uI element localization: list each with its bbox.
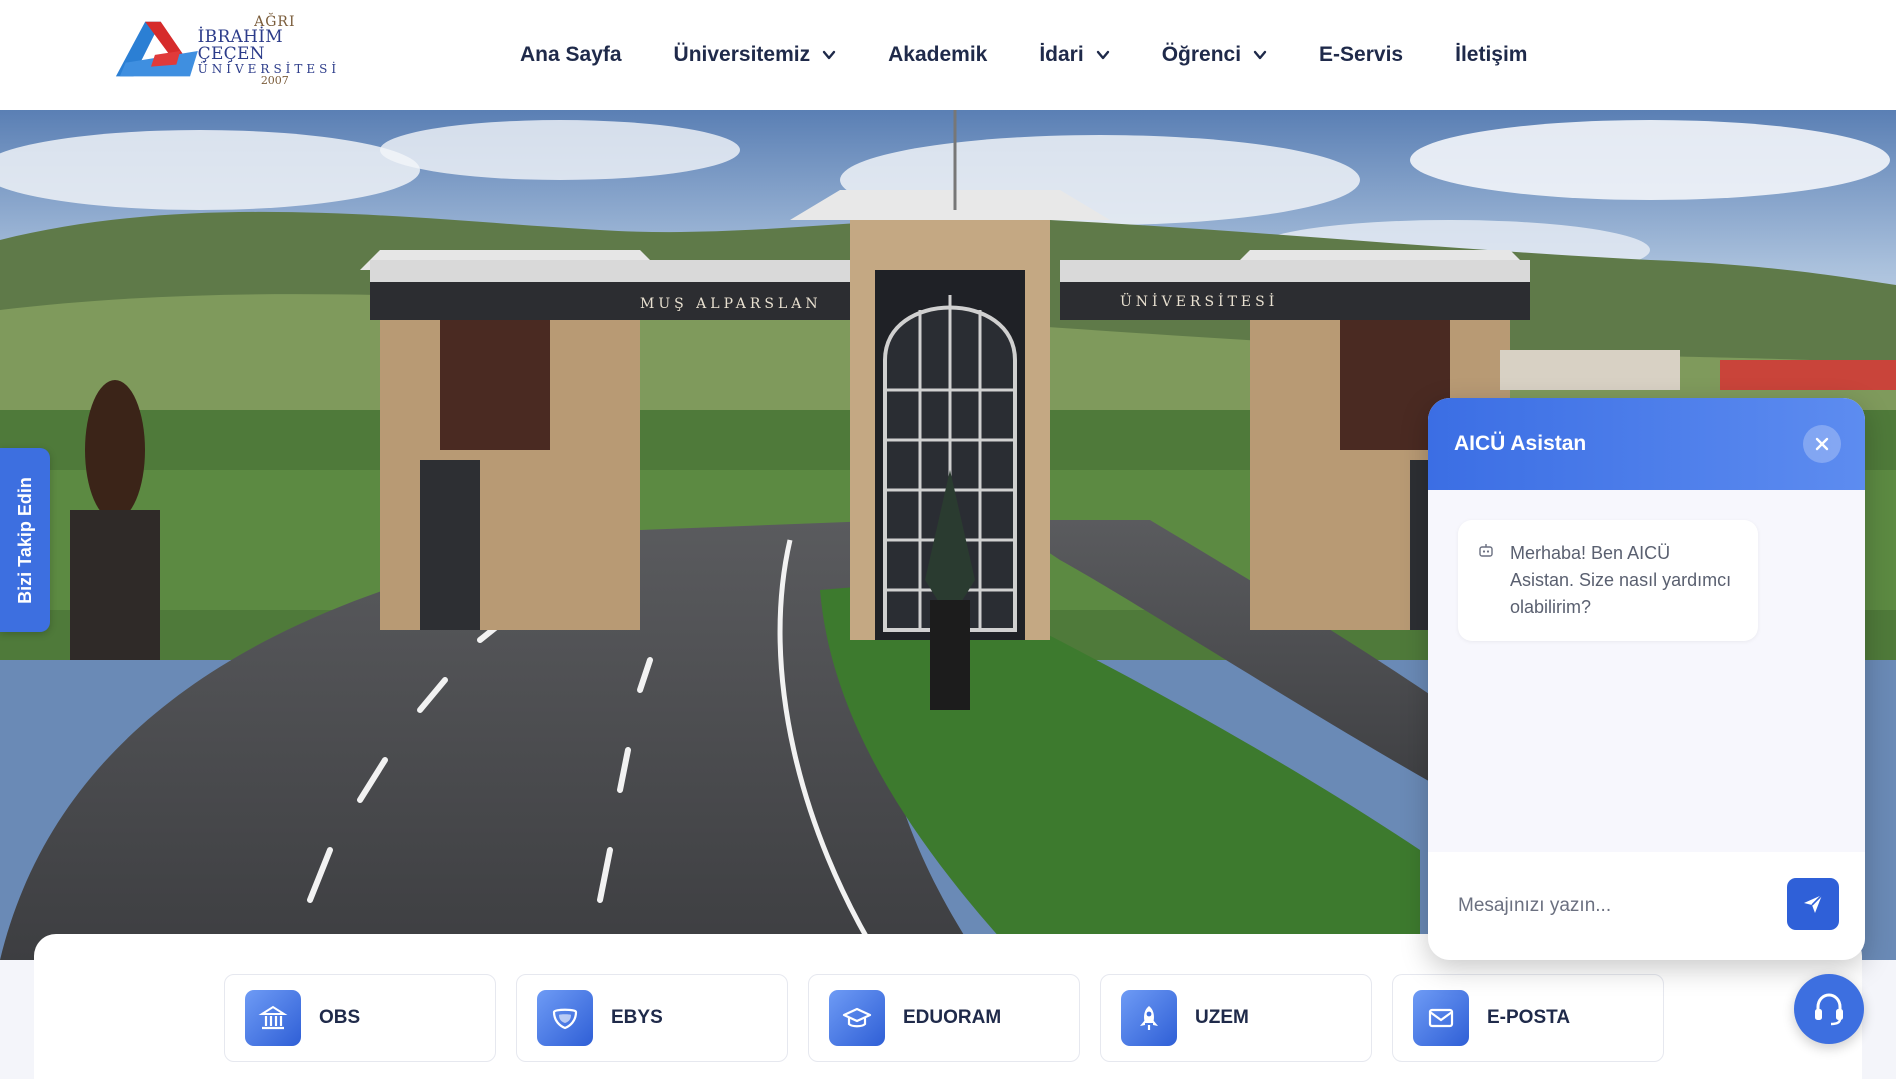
bank-icon	[245, 990, 301, 1046]
nav-item-label: Üniversitemiz	[673, 43, 811, 66]
chat-message-input[interactable]	[1458, 886, 1778, 926]
logo-mark-icon	[115, 21, 198, 77]
quick-link-obs[interactable]: OBS	[224, 974, 496, 1062]
close-icon	[1815, 437, 1829, 451]
nav-item-iletisim[interactable]: İletişim	[1455, 43, 1527, 67]
nav-item-label: Ana Sayfa	[520, 43, 622, 66]
gate-text-right: ÜNİVERSİTESİ	[1120, 292, 1278, 310]
nav-item-label: İletişim	[1455, 43, 1528, 66]
site-header: AĞRI İBRAHİM ÇEÇEN ÜNİVERSİTESİ 2007 Ana…	[0, 0, 1896, 110]
quick-link-label: E-POSTA	[1487, 1007, 1571, 1028]
chat-messages: Merhaba! Ben AICÜ Asistan. Size nasıl ya…	[1428, 490, 1865, 852]
headset-icon	[1815, 993, 1843, 1026]
nav-item-label: Akademik	[888, 43, 988, 66]
bot-message-text: Merhaba! Ben AICÜ Asistan. Size nasıl ya…	[1510, 543, 1732, 617]
chevron-down-icon	[1096, 50, 1109, 60]
nav-item-universitemiz[interactable]: Üniversitemiz	[674, 43, 837, 67]
chat-support-toggle-button[interactable]	[1794, 974, 1864, 1044]
quick-link-eduoram[interactable]: EDUORAM	[808, 974, 1080, 1062]
nav-item-label: E-Servis	[1319, 43, 1404, 66]
chat-close-button[interactable]	[1803, 425, 1841, 463]
nav-item-ana-sayfa[interactable]: Ana Sayfa	[520, 43, 622, 67]
send-icon	[1804, 894, 1823, 913]
nav-item-label: Öğrenci	[1161, 43, 1242, 66]
nav-item-ogrenci[interactable]: Öğrenci	[1162, 43, 1267, 67]
quick-link-label: OBS	[319, 1007, 361, 1028]
quick-link-uzem[interactable]: UZEM	[1100, 974, 1372, 1062]
bot-message: Merhaba! Ben AICÜ Asistan. Size nasıl ya…	[1458, 520, 1758, 641]
follow-us-label: Bizi Takip Edin	[14, 476, 35, 604]
chevron-down-icon	[1253, 50, 1267, 60]
quick-link-label: UZEM	[1195, 1007, 1249, 1028]
chat-assistant-panel: AICÜ Asistan Merhaba! Ben AICÜ Asistan. …	[1428, 398, 1865, 960]
robot-icon	[1479, 544, 1493, 557]
shield-icon	[537, 990, 593, 1046]
chat-input-row	[1428, 852, 1865, 960]
chat-title: AICÜ Asistan	[1454, 432, 1587, 455]
chat-header: AICÜ Asistan	[1428, 398, 1865, 490]
graduation-cap-icon	[829, 990, 885, 1046]
main-nav: Ana Sayfa Üniversitemiz Akademik İdari Ö…	[520, 0, 1579, 110]
logo-text-line2: İBRAHİM ÇEÇEN	[197, 26, 283, 64]
quick-link-label: EBYS	[611, 1007, 663, 1028]
logo-text-line3: ÜNİVERSİTESİ	[197, 61, 341, 76]
nav-item-label: İdari	[1039, 43, 1084, 66]
chevron-down-icon	[822, 50, 836, 60]
quick-link-e-posta[interactable]: E-POSTA	[1392, 974, 1664, 1062]
mail-icon	[1413, 990, 1469, 1046]
chat-send-button[interactable]	[1787, 878, 1839, 930]
nav-item-akademik[interactable]: Akademik	[888, 43, 987, 67]
quick-link-ebys[interactable]: EBYS	[516, 974, 788, 1062]
rocket-icon	[1121, 990, 1177, 1046]
logo-text-line4: 2007	[260, 73, 289, 87]
nav-item-e-servis[interactable]: E-Servis	[1319, 43, 1403, 67]
follow-us-tab[interactable]: Bizi Takip Edin	[0, 448, 50, 632]
gate-text-left: MUŞ ALPARSLAN	[640, 296, 822, 312]
nav-item-idari[interactable]: İdari	[1039, 43, 1109, 67]
quick-link-label: EDUORAM	[903, 1007, 1002, 1028]
university-logo[interactable]: AĞRI İBRAHİM ÇEÇEN ÜNİVERSİTESİ 2007	[112, 14, 352, 86]
